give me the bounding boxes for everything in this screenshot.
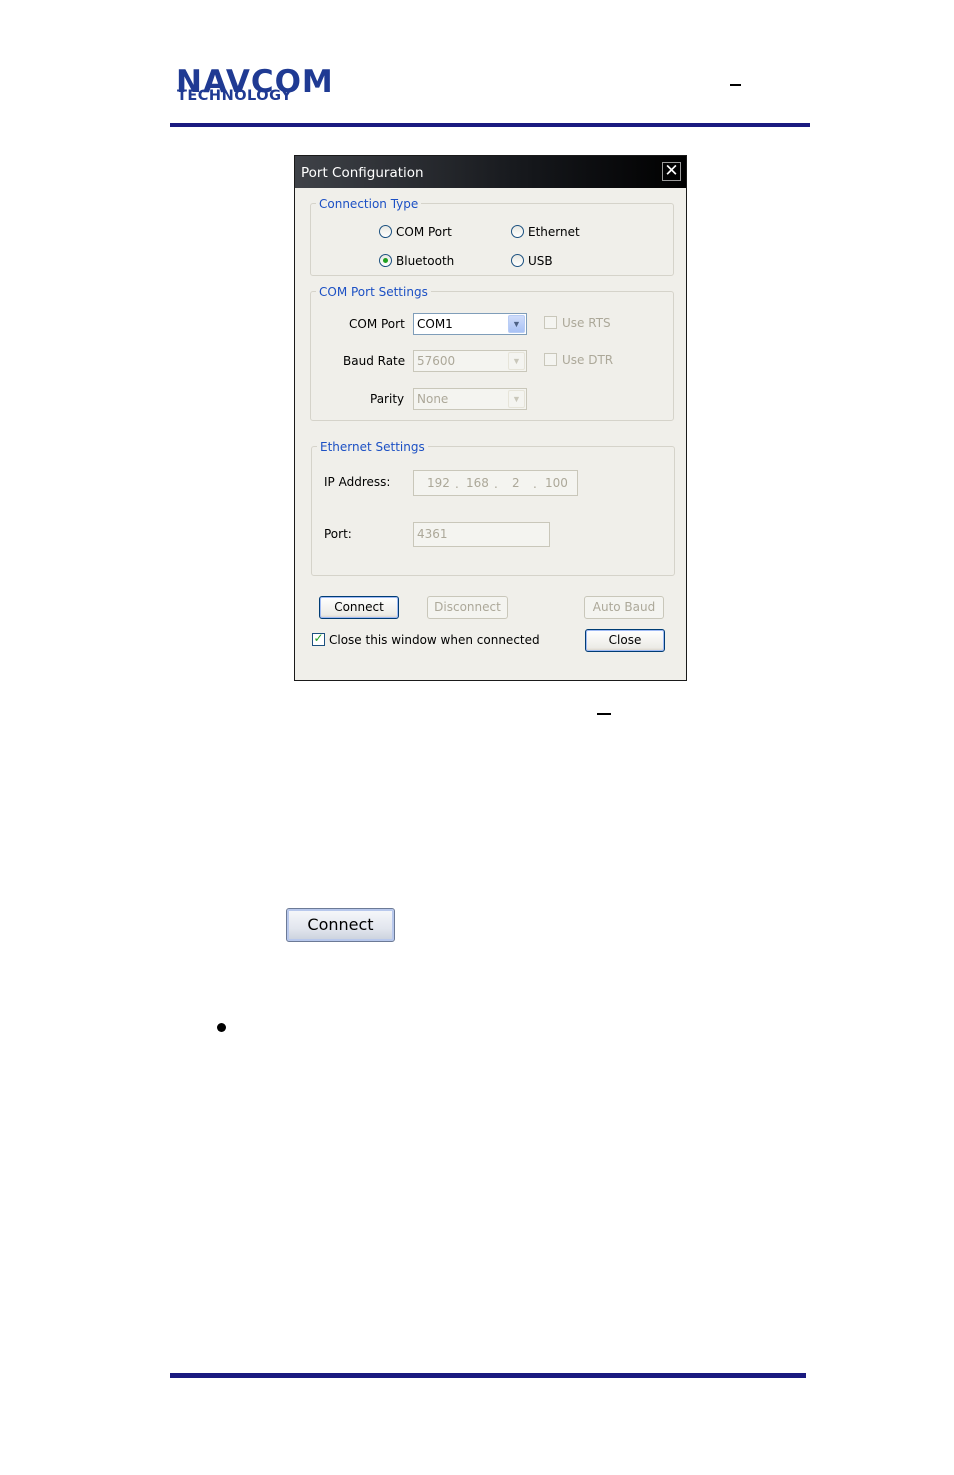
radio-com-port[interactable] [379,225,392,238]
parity-select[interactable]: None ▼ [413,388,527,410]
ip-dot: . [533,477,537,491]
close-when-connected-label: Close this window when connected [329,633,540,647]
baud-rate-select[interactable]: 57600 ▼ [413,350,527,372]
dialog-title: Port Configuration [301,165,424,181]
use-dtr-checkbox[interactable] [544,353,557,366]
port-value: 4361 [417,527,448,541]
radio-ethernet[interactable] [511,225,524,238]
use-rts-checkbox[interactable] [544,316,557,329]
use-rts-label: Use RTS [562,316,611,330]
ip-octet-1: 192 [427,476,450,490]
chevron-down-icon[interactable]: ▼ [508,352,525,370]
close-icon[interactable]: ✕ [662,162,681,181]
com-port-label: COM Port [349,317,405,331]
ip-address-label: IP Address: [324,475,391,489]
radio-usb-label: USB [528,254,553,268]
radio-bluetooth[interactable] [379,254,392,267]
com-port-select[interactable]: COM1 ▼ [413,313,527,335]
radio-ethernet-label: Ethernet [528,225,580,239]
radio-bluetooth-label: Bluetooth [396,254,455,268]
technology-logo-text: TECHNOLOGY [177,88,293,104]
use-dtr-label: Use DTR [562,353,614,367]
chevron-down-icon[interactable]: ▼ [508,315,525,333]
connection-type-group [310,203,674,276]
ip-dot: . [455,477,459,491]
parity-value: None [417,392,449,406]
ip-octet-4: 100 [545,476,568,490]
baud-rate-label: Baud Rate [343,354,406,368]
header-dash [730,84,741,86]
port-label: Port: [324,527,352,541]
chevron-down-icon[interactable]: ▼ [508,390,525,408]
connect-button-large[interactable]: Connect [286,908,395,942]
close-when-connected-checkbox[interactable]: ✓ [312,631,325,646]
com-port-settings-label: COM Port Settings [316,285,431,299]
radio-selected-dot [383,258,388,263]
ethernet-settings-group [311,446,675,576]
header-rule [170,123,810,127]
radio-com-port-label: COM Port [396,225,452,239]
radio-usb[interactable] [511,254,524,267]
caption-dash [597,713,611,715]
bullet-point [217,1023,226,1032]
com-port-value: COM1 [417,317,453,331]
ip-address-field[interactable]: 192 . 168 . 2 . 100 [413,470,578,496]
parity-label: Parity [370,392,405,406]
ip-dot: . [494,477,498,491]
port-configuration-dialog: Port Configuration ✕ Connection Type COM… [294,155,687,681]
disconnect-button[interactable]: Disconnect [427,596,508,619]
port-field[interactable]: 4361 [413,522,550,547]
connection-type-label: Connection Type [316,197,422,211]
auto-baud-button[interactable]: Auto Baud [584,596,664,619]
dialog-titlebar: Port Configuration ✕ [295,156,686,188]
connect-button[interactable]: Connect [319,596,399,619]
baud-rate-value: 57600 [417,354,456,368]
ethernet-settings-label: Ethernet Settings [317,440,428,454]
ip-octet-3: 2 [512,476,520,490]
close-button[interactable]: Close [585,629,665,652]
footer-rule [170,1373,806,1378]
checkmark-icon: ✓ [313,631,324,645]
ip-octet-2: 168 [466,476,489,490]
